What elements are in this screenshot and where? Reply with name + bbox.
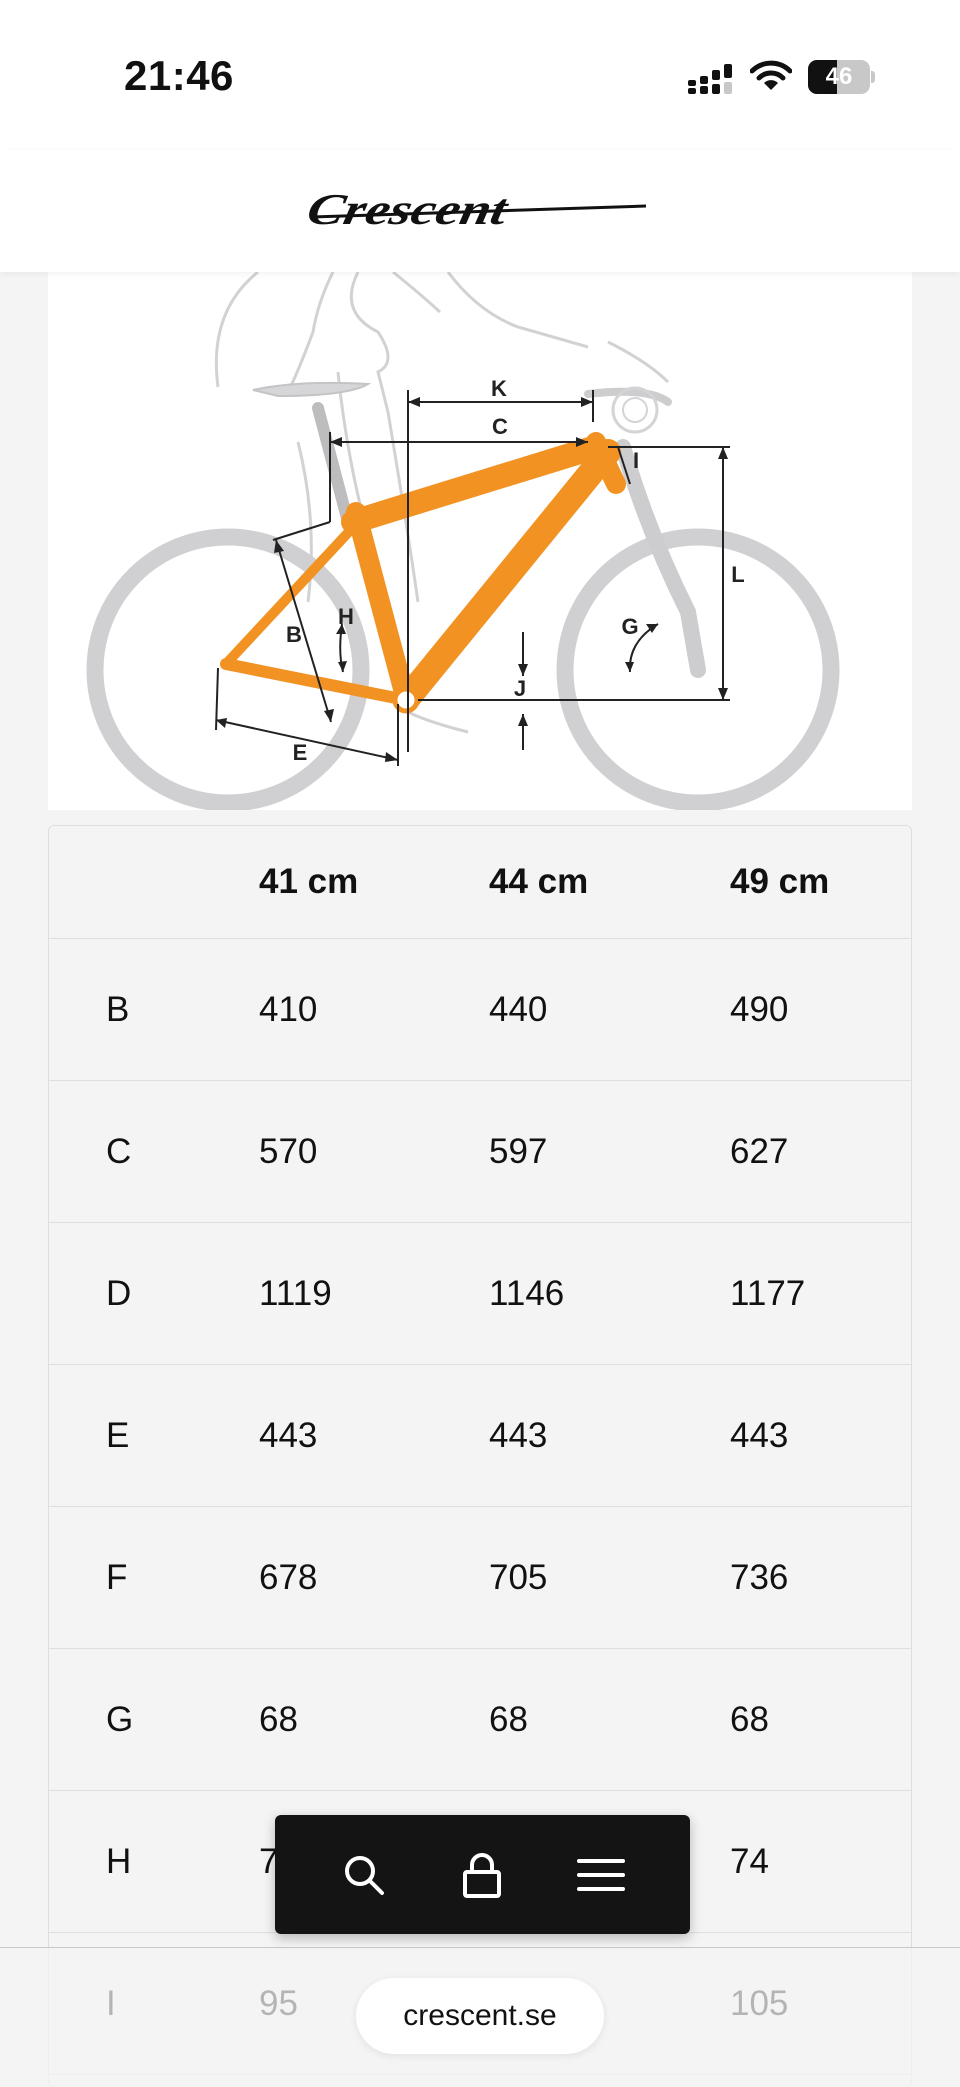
row-label: E	[106, 1415, 130, 1455]
table-row: E 443 443 443	[49, 1365, 911, 1507]
table-row: B 410 440 490	[49, 939, 911, 1081]
row-label: F	[106, 1557, 128, 1597]
status-time: 21:46	[124, 52, 234, 99]
value-41: 68	[259, 1699, 298, 1739]
dim-label-k: K	[491, 376, 507, 401]
value-41: 570	[259, 1131, 318, 1171]
crescent-logo[interactable]: Crescent	[306, 184, 652, 234]
dim-label-j: J	[514, 676, 526, 701]
search-icon	[345, 1855, 385, 1895]
dim-label-h: H	[338, 604, 354, 629]
battery-icon: 46	[808, 60, 875, 94]
value-49: 1177	[730, 1273, 806, 1313]
dim-label-i: I	[633, 448, 639, 473]
value-49: 68	[730, 1699, 769, 1739]
dim-label-g: G	[621, 614, 638, 639]
value-44: 443	[489, 1415, 548, 1455]
value-41: 410	[259, 989, 318, 1029]
value-44: 597	[489, 1131, 548, 1171]
site-header: Crescent	[0, 150, 960, 272]
signal-icon	[688, 64, 732, 94]
wifi-icon	[750, 60, 792, 90]
value-49: 627	[730, 1131, 789, 1171]
lock-icon	[463, 1852, 502, 1898]
floating-toolbar	[275, 1815, 690, 1934]
logo-wordmark: Crescent	[306, 185, 514, 234]
value-44: 705	[489, 1557, 548, 1597]
value-44: 68	[489, 1699, 528, 1739]
value-44: 1146	[489, 1273, 565, 1313]
url-field[interactable]: crescent.se	[356, 1978, 604, 2054]
row-label: C	[106, 1131, 132, 1171]
dim-label-b: B	[286, 622, 302, 647]
browser-address-bar: crescent.se	[0, 1947, 960, 2087]
value-44: 440	[489, 989, 548, 1029]
battery-percentage: 46	[825, 63, 853, 90]
dim-label-c: C	[492, 414, 508, 439]
table-row: G 68 68 68	[49, 1649, 911, 1791]
value-41: 678	[259, 1557, 318, 1597]
search-button[interactable]	[324, 1835, 404, 1915]
dim-label-l: L	[731, 562, 744, 587]
saddle	[252, 381, 372, 398]
table-row: C 570 597 627	[49, 1081, 911, 1223]
dim-label-e: E	[293, 740, 308, 765]
value-49: 490	[730, 989, 789, 1029]
table-row: F 678 705 736	[49, 1507, 911, 1649]
menu-icon	[576, 1858, 625, 1891]
menu-button[interactable]	[561, 1835, 641, 1915]
bike-geometry-figure: K C I L B H G J E	[48, 272, 912, 810]
value-41: 1119	[259, 1273, 332, 1313]
status-bar: 21:46 46	[0, 0, 960, 150]
table-header-row: 41 cm 44 cm 49 cm	[49, 826, 911, 939]
row-label: B	[106, 989, 130, 1029]
value-49: 74	[730, 1841, 769, 1881]
value-49: 736	[730, 1557, 789, 1597]
dimension-arrows	[216, 397, 728, 762]
header-size-44: 44 cm	[489, 862, 589, 901]
value-41: 443	[259, 1415, 318, 1455]
row-label: G	[106, 1699, 134, 1739]
row-label: D	[106, 1273, 132, 1313]
row-label: H	[106, 1841, 132, 1881]
account-button[interactable]	[442, 1835, 522, 1915]
value-49: 443	[730, 1415, 789, 1455]
table-row: D 1119 1146 1177	[49, 1223, 911, 1365]
header-size-49: 49 cm	[730, 862, 830, 901]
header-size-41: 41 cm	[259, 862, 359, 901]
dimension-lines	[215, 390, 730, 766]
